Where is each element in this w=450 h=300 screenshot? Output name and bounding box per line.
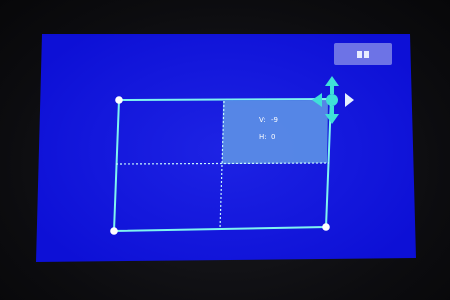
selected-quadrant[interactable] (222, 100, 328, 164)
corner-handle-bottom-left[interactable] (110, 227, 118, 235)
vertical-value: -9 (271, 116, 278, 124)
horizontal-label: H: (259, 133, 267, 141)
keystone-grid (110, 76, 354, 235)
vertical-label: V: (259, 116, 266, 124)
horizontal-readout: H: 0 (259, 133, 275, 141)
corner-handle-top-left[interactable] (115, 96, 123, 104)
horizontal-value: 0 (271, 133, 276, 141)
vertical-readout: V: -9 (259, 116, 278, 124)
corner-handle-bottom-right[interactable] (322, 223, 330, 231)
